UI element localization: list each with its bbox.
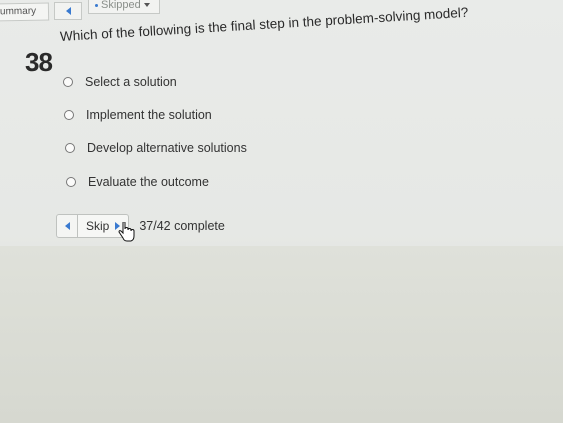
chevron-left-icon [65,7,71,15]
radio-button[interactable] [63,77,73,87]
lower-blank-area [0,246,563,423]
question-number: 38 [25,47,53,77]
radio-button[interactable] [65,143,75,153]
hand-cursor-icon [118,222,135,242]
radio-button[interactable] [66,177,76,187]
previous-question-button[interactable] [54,2,82,20]
option-evaluate-the-outcome[interactable]: Evaluate the outcome [66,175,209,189]
skipped-label: Skipped [101,0,141,11]
chevron-down-icon [143,3,150,7]
marker-dot-icon [95,3,98,7]
option-label: Develop alternative solutions [87,141,247,155]
chevron-left-icon [64,222,70,230]
option-label: Evaluate the outcome [88,175,209,189]
option-label: Select a solution [85,75,177,89]
summary-tab[interactable]: ummary [0,2,50,22]
option-develop-alternative-solutions[interactable]: Develop alternative solutions [65,141,247,155]
question-navigation: Skip 37/42 complete [56,214,225,238]
skipped-filter-dropdown[interactable]: Skipped [88,0,160,14]
option-implement-the-solution[interactable]: Implement the solution [64,108,212,122]
option-label: Implement the solution [86,108,212,122]
radio-button[interactable] [64,110,74,120]
back-button[interactable] [56,214,78,238]
option-select-a-solution[interactable]: Select a solution [63,75,177,89]
summary-tab-label: ummary [0,5,37,18]
skip-label: Skip [86,219,110,233]
progress-text: 37/42 complete [139,219,225,233]
